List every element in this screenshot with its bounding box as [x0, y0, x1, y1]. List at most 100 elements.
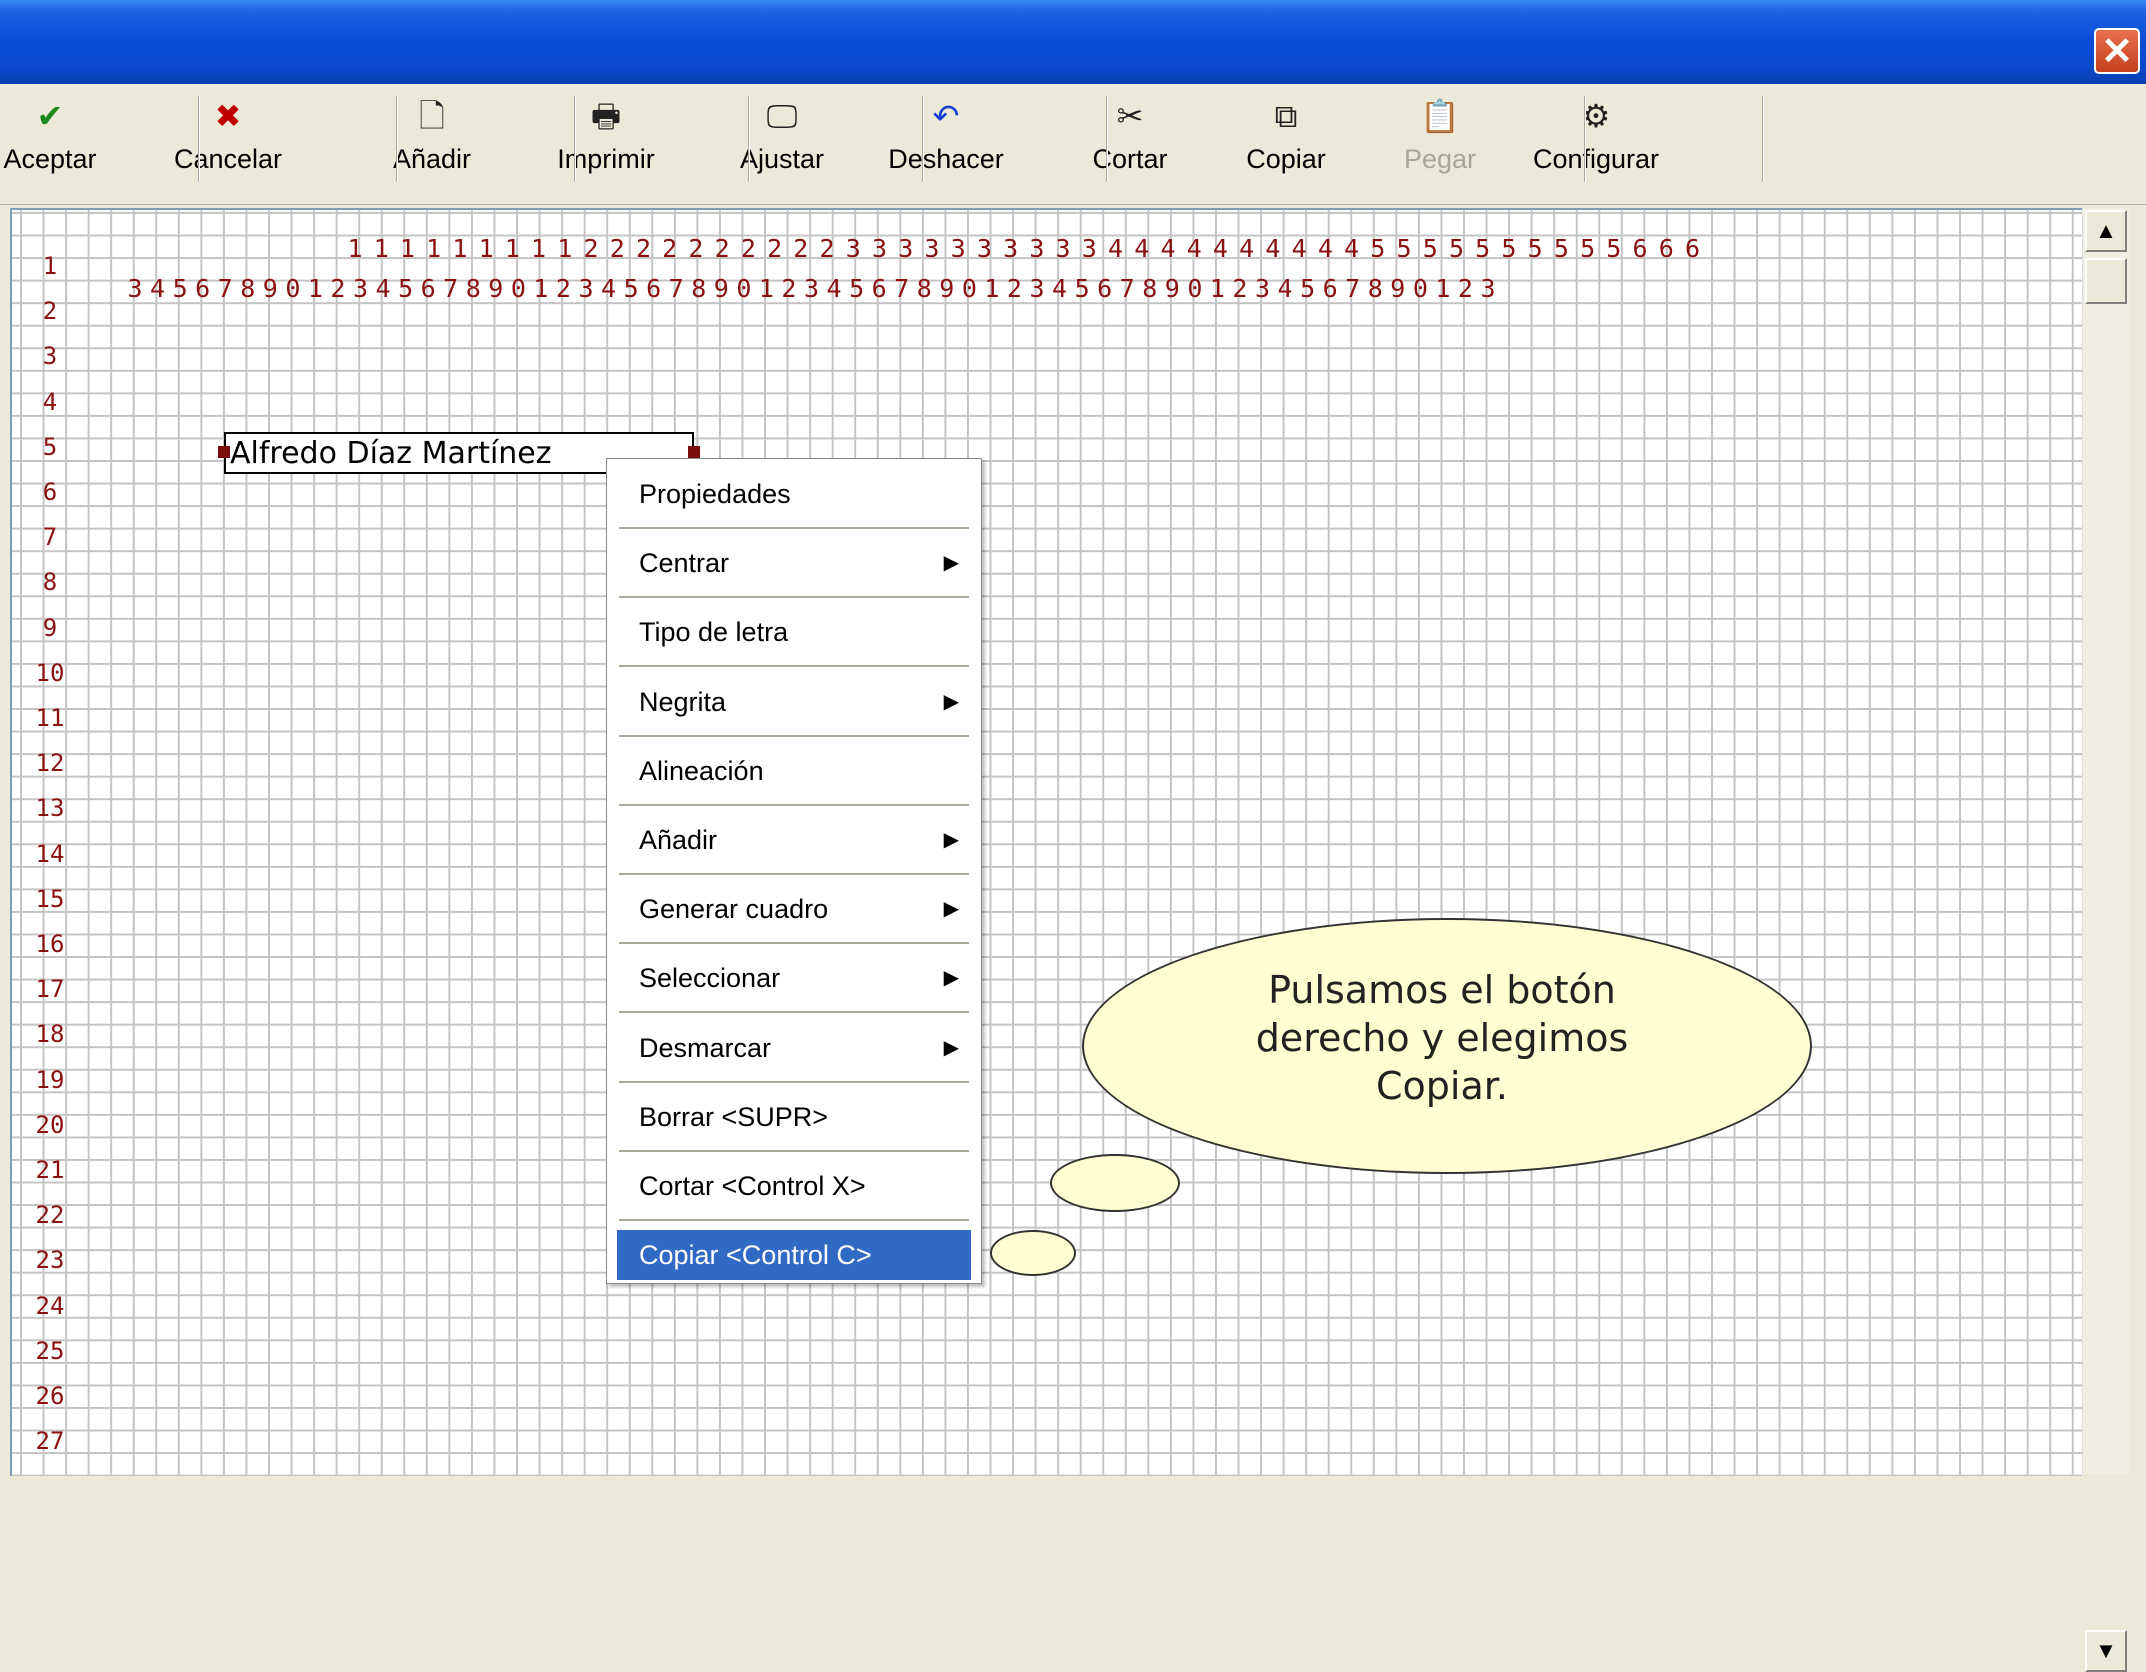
menu-item-centrar[interactable]: Centrar ▶ — [617, 538, 971, 588]
row-number: 1 — [42, 252, 58, 280]
toolbar-button-label: Ajustar — [739, 144, 825, 174]
column-number-units: 5 — [1300, 274, 1316, 303]
column-number-tens: 5 — [1501, 234, 1517, 263]
toolbar-separator — [1106, 96, 1108, 182]
resize-handle-left[interactable] — [218, 446, 230, 458]
column-number-units: 8 — [1367, 274, 1383, 303]
column-number-units: 5 — [172, 274, 188, 303]
row-number: 24 — [35, 1291, 65, 1320]
column-number-units: 8 — [240, 274, 256, 303]
menu-item-alineaci-n[interactable]: Alineación — [617, 746, 971, 796]
scroll-down-button[interactable]: ▼ — [2085, 1630, 2127, 1672]
menu-item-copiar-control-c[interactable]: Copiar <Control C> — [617, 1230, 971, 1281]
column-number-units: 1 — [1435, 274, 1451, 303]
column-number-tens: 5 — [1580, 234, 1596, 263]
column-number-tens: 5 — [1396, 234, 1412, 263]
column-number-tens: 5 — [1553, 234, 1569, 263]
row-number: 16 — [35, 930, 65, 958]
column-number-units: 1 — [758, 274, 774, 303]
menu-item-label: Generar cuadro — [639, 894, 829, 925]
menu-item-generar-cuadro[interactable]: Generar cuadro ▶ — [617, 884, 971, 934]
copy-icon: ⧉ — [1274, 98, 1298, 134]
imprimir-button[interactable]: 🖶 Imprimir — [551, 96, 661, 192]
column-number-units: 8 — [916, 274, 932, 303]
column-number-units: 1 — [307, 274, 323, 303]
column-number-tens: 3 — [871, 234, 888, 263]
title-bar: ✕ — [0, 0, 2146, 84]
callout-line-2: derecho y elegimos — [1255, 1016, 1629, 1060]
cancelar-button[interactable]: ✖ Cancelar — [168, 96, 288, 192]
toolbar-button-label: Pegar — [1403, 144, 1477, 174]
row-number: 14 — [35, 839, 65, 868]
ajustar-button[interactable]: 🖵 Ajustar — [727, 96, 837, 192]
menu-item-tipo-de-letra[interactable]: Tipo de letra — [617, 607, 971, 657]
column-number-units: 8 — [1142, 274, 1158, 303]
scroll-up-button[interactable]: ▲ — [2085, 210, 2127, 252]
scissors-icon: ✂ — [1116, 98, 1144, 134]
menu-item-seleccionar[interactable]: Seleccionar ▶ — [617, 953, 971, 1003]
row-number: 21 — [35, 1156, 65, 1184]
column-number-units: 3 — [1029, 274, 1045, 303]
monitor-icon: 🖵 — [766, 98, 798, 134]
column-number-tens: 2 — [819, 234, 835, 263]
menu-item-propiedades[interactable]: Propiedades — [617, 469, 971, 519]
column-number-tens: 6 — [1684, 234, 1701, 263]
copiar-button[interactable]: ⧉ Copiar — [1231, 96, 1341, 192]
column-number-units: 5 — [849, 274, 865, 303]
menu-item-desmarcar[interactable]: Desmarcar ▶ — [617, 1023, 971, 1073]
menu-item-label: Borrar <SUPR> — [639, 1101, 829, 1132]
column-number-tens: 1 — [347, 234, 363, 263]
column-number-units: 0 — [961, 274, 977, 303]
column-number-units: 5 — [623, 274, 639, 303]
column-number-tens: 1 — [557, 234, 573, 263]
column-number-units: 8 — [691, 274, 707, 303]
menu-separator — [619, 734, 969, 738]
column-number-units: 2 — [330, 274, 346, 303]
column-number-units: 2 — [1232, 274, 1248, 303]
row-number: 27 — [35, 1427, 65, 1456]
configurar-button[interactable]: ⚙ Configurar — [1521, 96, 1671, 192]
column-number-tens: 4 — [1186, 234, 1202, 263]
toolbar: ✔ Aceptar ✖ Cancelar 🗋 Añadir 🖶 Imprimir 🖵 Ajusta… — [0, 84, 2146, 205]
menu-item-cortar-control-x[interactable]: Cortar <Control X> — [617, 1161, 971, 1211]
aceptar-button[interactable]: ✔ Aceptar — [0, 96, 110, 192]
vertical-scrollbar[interactable]: ▲ ▼ — [2082, 208, 2129, 1672]
callout-line-1: Pulsamos el botón — [1268, 968, 1616, 1012]
close-button[interactable]: ✕ — [2094, 28, 2140, 74]
column-number-units: 2 — [1457, 274, 1473, 303]
column-number-tens: 3 — [1003, 234, 1019, 263]
column-number-tens: 4 — [1317, 234, 1333, 263]
column-number-units: 8 — [465, 274, 481, 303]
column-number-tens: 5 — [1475, 234, 1491, 263]
row-number: 6 — [42, 478, 58, 506]
resize-handle-right[interactable] — [688, 446, 700, 458]
menu-item-negrita[interactable]: Negrita ▶ — [617, 677, 971, 727]
design-canvas[interactable]: 1111111112222222222333333333344444444445… — [10, 208, 2082, 1476]
column-number-tens: 1 — [478, 234, 494, 263]
toolbar-separator — [748, 96, 750, 182]
menu-item-label: Propiedades — [639, 479, 791, 509]
thought-bubble-small — [990, 1230, 1076, 1276]
column-number-tens: 3 — [845, 234, 861, 263]
submenu-arrow-icon: ▶ — [943, 1036, 959, 1059]
column-number-units: 2 — [555, 274, 571, 303]
column-number-units: 4 — [375, 274, 391, 303]
scroll-thumb[interactable] — [2085, 258, 2127, 304]
toolbar-separator — [1762, 96, 1764, 182]
context-menu: Propiedades Centrar ▶ Tipo de letra Negrita ▶… — [606, 458, 982, 1284]
column-number-tens: 3 — [1029, 234, 1045, 263]
row-number: 18 — [35, 1020, 65, 1049]
deshacer-button[interactable]: ↶ Deshacer — [881, 96, 1011, 192]
x-icon: ✖ — [214, 98, 242, 134]
menu-item-borrar-supr[interactable]: Borrar <SUPR> — [617, 1092, 971, 1142]
row-number: 3 — [42, 342, 58, 371]
column-number-units: 4 — [1052, 274, 1068, 303]
menu-item-a-adir[interactable]: Añadir ▶ — [617, 815, 971, 865]
row-number: 7 — [42, 523, 58, 552]
row-number: 13 — [35, 794, 65, 823]
column-number-tens: 4 — [1239, 234, 1255, 263]
cortar-button[interactable]: ✂ Cortar — [1075, 96, 1185, 192]
menu-separator — [619, 942, 969, 946]
menu-separator — [619, 1080, 969, 1084]
menu-item-label: Negrita — [639, 686, 727, 717]
